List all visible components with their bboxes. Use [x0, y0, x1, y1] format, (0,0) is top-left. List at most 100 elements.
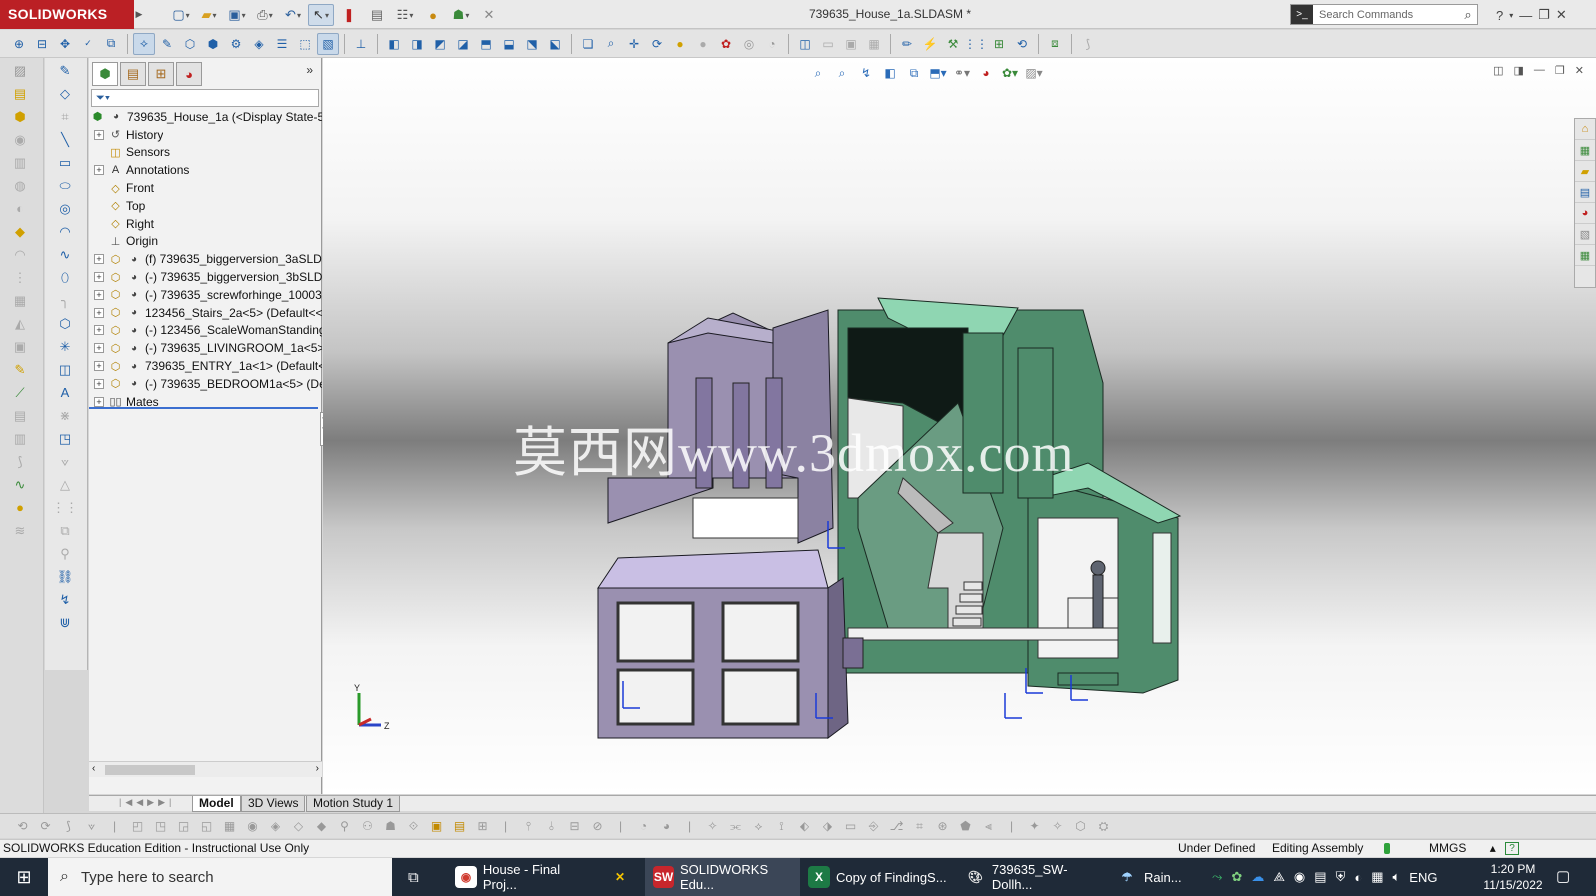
- tree-item[interactable]: ◇ Right: [89, 215, 322, 233]
- coordinate-system-icon[interactable]: ⊞: [472, 816, 493, 836]
- draft-icon[interactable]: ◭: [6, 313, 34, 334]
- hide-show-items-icon[interactable]: ◕: [976, 64, 996, 82]
- file-explorer-icon[interactable]: ▰: [1575, 161, 1595, 182]
- expand-icon[interactable]: +: [94, 289, 104, 300]
- sheet-metal-icon[interactable]: ◕: [656, 816, 677, 836]
- view-palette-icon[interactable]: ▤: [1575, 182, 1595, 203]
- make-assembly-icon[interactable]: ▣: [840, 33, 862, 55]
- drawing-icon[interactable]: ▭: [817, 33, 839, 55]
- tab-3d-views[interactable]: 3D Views: [241, 796, 306, 812]
- measure-icon[interactable]: ▦: [863, 33, 885, 55]
- linear-pattern-icon[interactable]: ⚡: [919, 33, 941, 55]
- house-assembly-model[interactable]: [558, 288, 1208, 748]
- planar-surface-icon[interactable]: ▭: [840, 816, 861, 836]
- scroll-thumb[interactable]: [105, 765, 195, 775]
- shell-icon[interactable]: ▣: [6, 336, 34, 357]
- move-entities-icon[interactable]: ⧉: [51, 520, 79, 541]
- boundary-surface-icon[interactable]: ⬖: [794, 816, 815, 836]
- taskbar-app[interactable]: ☂ Rain...: [1108, 858, 1203, 896]
- expand-icon[interactable]: +: [94, 272, 104, 283]
- feature-tool-icon[interactable]: ⬡: [179, 33, 201, 55]
- view-orientation-icon[interactable]: ⬒▾: [928, 64, 948, 82]
- property-manager-tab-icon[interactable]: ▤: [120, 62, 146, 86]
- reference-geometry-icon[interactable]: ▤: [6, 405, 34, 426]
- open-folder-icon[interactable]: ▰ ▾: [196, 4, 222, 26]
- tree-horizontal-scrollbar[interactable]: ‹ ›: [89, 761, 322, 777]
- loft-icon[interactable]: ◍: [6, 175, 34, 196]
- zoom-to-area-icon[interactable]: ⌕: [832, 64, 852, 82]
- display-style-icon[interactable]: ⚭▾: [952, 64, 972, 82]
- green-house-body[interactable]: [837, 297, 1182, 694]
- knit-surface-icon[interactable]: ⬟: [955, 816, 976, 836]
- apply-scene-icon[interactable]: ◎: [738, 33, 760, 55]
- network-icon[interactable]: ▦: [1371, 869, 1383, 885]
- taskbar-app[interactable]: SW SOLIDWORKS Edu...: [645, 858, 800, 896]
- notification-center-icon[interactable]: ▢: [1556, 867, 1570, 885]
- reference-plane-icon[interactable]: ▣: [426, 816, 447, 836]
- extruded-cut-icon[interactable]: ◆: [6, 221, 34, 242]
- save-icon[interactable]: ▣ ▾: [224, 4, 250, 26]
- intersect-icon[interactable]: ⟋: [6, 382, 34, 403]
- display-manager-tab-icon[interactable]: ◕: [176, 62, 202, 86]
- menu-expand-icon[interactable]: ▶: [134, 0, 144, 29]
- help-icon[interactable]: ?: [1496, 8, 1503, 23]
- new-document-icon[interactable]: ▢ ▾: [168, 4, 194, 26]
- close-doc-icon[interactable]: ✕: [476, 4, 502, 26]
- split-line-icon[interactable]: ⊟: [564, 816, 585, 836]
- tree-item[interactable]: ◇ Front: [89, 179, 322, 197]
- trim-surface-icon[interactable]: ⊛: [932, 816, 953, 836]
- sketch-edit-icon[interactable]: ✎: [51, 60, 79, 81]
- shading-icon[interactable]: ●: [669, 33, 691, 55]
- right-view-icon[interactable]: ◪: [452, 33, 474, 55]
- tree-root-assembly[interactable]: ⬢ ◕ 739635_House_1a (<Display State-5>: [89, 108, 322, 126]
- tree-filter-field[interactable]: ⏷▾: [91, 89, 319, 107]
- chamfer-icon[interactable]: ◈: [265, 816, 286, 836]
- surface-revolve-icon[interactable]: ⫘: [725, 816, 746, 836]
- delete-body-icon[interactable]: ✧: [1047, 816, 1068, 836]
- curves-icon[interactable]: ▥: [6, 428, 34, 449]
- move-component-icon[interactable]: ✥: [54, 33, 76, 55]
- security-icon[interactable]: ✿: [1231, 869, 1242, 885]
- split-view-icon[interactable]: ◫: [1493, 64, 1503, 77]
- fillet-sketch-icon[interactable]: ╮: [51, 290, 79, 311]
- clipboard-icon[interactable]: ▤: [1314, 869, 1326, 885]
- helix-icon[interactable]: ⫰: [541, 816, 562, 836]
- rib-feature-icon[interactable]: ◇: [288, 816, 309, 836]
- tree-item[interactable]: ⊥ Origin: [89, 233, 322, 251]
- system-clock[interactable]: 1:20 PM 11/15/2022: [1478, 861, 1548, 893]
- offset-surface-icon[interactable]: ⎆: [863, 816, 884, 836]
- draft-feature-icon[interactable]: ◆: [311, 816, 332, 836]
- undo-icon[interactable]: ↶ ▾: [280, 4, 306, 26]
- graphics-area[interactable]: ⌕ ⌕ ↯ ◧ ⧉ ⬒▾ ⚭▾ ◕ ✿▾ ▨▾ ◫ ◨ — ❐ ✕ ⌂ ▦ ▰ …: [323, 58, 1596, 794]
- assembly-xpert-icon[interactable]: ⟲: [1011, 33, 1033, 55]
- 3d-sketch-icon[interactable]: ▤: [6, 83, 34, 104]
- forum-icon[interactable]: ▦: [1575, 245, 1595, 266]
- tree-item[interactable]: + ⬡ ◕ (-) 739635_LIVINGROOM_1a<5>: [89, 339, 322, 357]
- bluetooth-icon[interactable]: ◐: [1354, 870, 1362, 885]
- tree-item[interactable]: + ⬡ ◕ 739635_ENTRY_1a<1> (Default<<: [89, 357, 322, 375]
- taskbar-app[interactable]: 🎨︎ 739635_SW-Dollh...: [957, 858, 1102, 896]
- rollback-bar[interactable]: [89, 407, 318, 409]
- onedrive-icon[interactable]: ☁: [1251, 869, 1264, 885]
- reference-geometry-icon[interactable]: ◈: [248, 33, 270, 55]
- view-settings-icon[interactable]: ◔: [761, 33, 783, 55]
- cut-revolve-icon[interactable]: ◲: [173, 816, 194, 836]
- polygon-icon[interactable]: ⬡: [51, 313, 79, 334]
- wrap-icon[interactable]: ✎: [6, 359, 34, 380]
- tree-item[interactable]: + ⬡ ◕ (-) 739635_biggerversion_3bSLDPRT: [89, 268, 322, 286]
- mirror-feature-icon[interactable]: ⟐: [403, 816, 424, 836]
- revolve-boss-icon[interactable]: ⟳: [35, 816, 56, 836]
- pan-icon[interactable]: ✛: [623, 33, 645, 55]
- freeform-icon[interactable]: ⛭: [1093, 816, 1114, 836]
- expand-icon[interactable]: +: [94, 254, 104, 265]
- language-indicator[interactable]: ENG: [1409, 870, 1437, 885]
- zoom-to-fit-icon[interactable]: ⌕: [808, 64, 828, 82]
- cut-sweep-icon[interactable]: ◱: [196, 816, 217, 836]
- spell-check-icon[interactable]: ✓: [77, 33, 99, 55]
- tree-item[interactable]: + ⬡ ◕ (f) 739635_biggerversion_3aSLDPRT: [89, 250, 322, 268]
- defender-icon[interactable]: ⛨: [1336, 869, 1346, 885]
- point-icon[interactable]: ✳: [51, 336, 79, 357]
- help-dropdown-icon[interactable]: ▾: [1509, 11, 1513, 20]
- display-relations-icon[interactable]: ⚲: [51, 543, 79, 564]
- yellow-ball-icon[interactable]: ●: [6, 497, 34, 518]
